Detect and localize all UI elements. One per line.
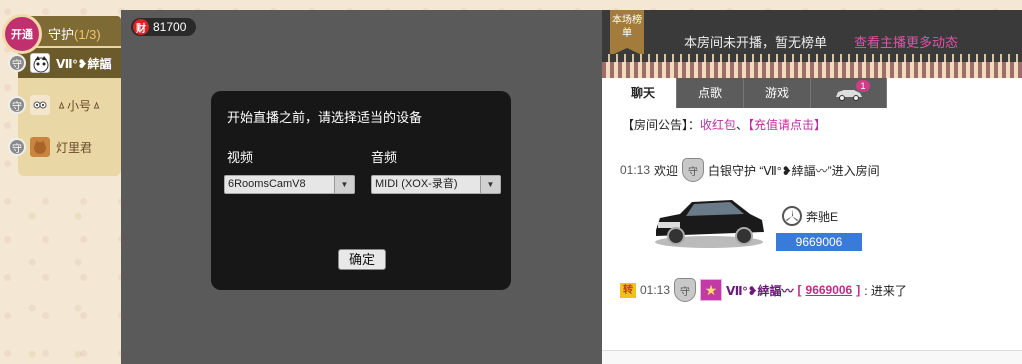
avatar — [30, 137, 50, 157]
chat-panel: 聊天 点歌 游戏 1 【房间公告】：收红包、【充值请点击】 01:13 欢迎 守… — [602, 78, 1022, 364]
tab-car[interactable]: 1 — [811, 78, 887, 108]
wealth-value: 81700 — [153, 20, 187, 34]
welcome-text: 欢迎 — [654, 163, 679, 178]
guard-badge-icon: 守 — [8, 138, 26, 156]
uid-bracket-open: [ — [797, 283, 802, 297]
chat-message: 转 01:13 守 ★ Ⅶ°❥緈諨〰 [9669006]: 进来了 — [620, 278, 907, 302]
announcement-prefix: 【房间公告】： — [622, 118, 701, 132]
video-label: 视频 — [227, 150, 254, 165]
confirm-button[interactable]: 确定 — [338, 249, 386, 270]
guard-member-1[interactable]: 守 Ⅶ°❥緈諨 — [8, 48, 121, 78]
device-select-dialog: 开始直播之前，请选择适当的设备 视频 音频 6RoomsCamV8 ▼ MIDI… — [211, 91, 511, 290]
dialog-title: 开始直播之前，请选择适当的设备 — [227, 110, 423, 125]
tab-chat[interactable]: 聊天 — [610, 78, 677, 108]
announcement-sep: 、 — [736, 118, 749, 132]
car-brand-name: 奔驰E — [806, 209, 839, 224]
guard-member-name: ㅿ小号ㅿ — [56, 98, 103, 113]
video-device-value: 6RoomsCamV8 — [228, 178, 306, 190]
guard-member-name: 灯里君 — [56, 140, 93, 155]
message-text: 白银守护 “Ⅶ°❥緈諨〰”进入房间 — [708, 163, 880, 178]
guard-member-2[interactable]: 守 ㅿ小号ㅿ — [8, 90, 121, 120]
video-area: 财 81700 开始直播之前，请选择适当的设备 视频 音频 6RoomsCamV… — [121, 10, 602, 364]
chat-scroll-edge[interactable] — [602, 350, 1022, 364]
transfer-badge: 转 — [620, 282, 636, 298]
guard-shield-icon: 守 — [682, 158, 705, 182]
vip-star-icon: ★ — [700, 279, 723, 301]
guard-shield-icon: 守 — [674, 278, 697, 302]
message-text: : 进来了 — [864, 283, 907, 298]
video-device-select[interactable]: 6RoomsCamV8 ▼ — [224, 175, 355, 194]
guard-member-name: Ⅶ°❥緈諨 — [56, 56, 112, 71]
car-image — [655, 200, 764, 248]
recharge-link[interactable]: 【充值请点击】 — [748, 118, 826, 132]
wealth-icon: 财 — [133, 19, 149, 35]
audio-label: 音频 — [371, 150, 398, 165]
chat-tab-bar: 聊天 点歌 游戏 1 — [610, 78, 887, 108]
guard-badge-icon: 守 — [8, 96, 26, 114]
guard-open-button[interactable]: 开通 — [2, 14, 42, 54]
tab-game[interactable]: 游戏 — [744, 78, 811, 108]
room-announcement: 【房间公告】：收红包、【充值请点击】 — [622, 116, 826, 133]
chat-username[interactable]: Ⅶ°❥緈諨〰 — [726, 282, 793, 299]
wealth-badge: 财 81700 — [131, 18, 197, 36]
chat-message: 01:13 欢迎 守 白银守护 “Ⅶ°❥緈諨〰”进入房间 — [620, 158, 880, 182]
tab-song[interactable]: 点歌 — [677, 78, 744, 108]
audio-device-select[interactable]: MIDI (XOX-录音) ▼ — [371, 175, 501, 194]
mercedes-logo-icon — [782, 206, 802, 226]
car-owner-id: 9669006 — [776, 233, 862, 251]
red-packet-link[interactable]: 收红包 — [700, 118, 736, 132]
ranking-tag[interactable]: 本场榜单 — [610, 10, 644, 56]
anchor-more-link[interactable]: 查看主播更多动态 — [854, 32, 958, 51]
ranking-bar: 本场榜单 本房间未开播，暂无榜单 查看主播更多动态 — [602, 10, 1022, 62]
guard-count: (1/3) — [74, 27, 101, 42]
car-count-badge: 1 — [856, 80, 870, 92]
audio-device-value: MIDI (XOX-录音) — [375, 178, 458, 190]
right-panel: 本场榜单 本房间未开播，暂无榜单 查看主播更多动态 聊天 点歌 游戏 1 【房间… — [602, 10, 1022, 364]
guard-badge-icon: 守 — [8, 54, 26, 72]
guard-title: 守护(1/3) — [48, 24, 101, 43]
chat-user-id[interactable]: 9669006 — [806, 283, 853, 297]
chevron-down-icon: ▼ — [480, 176, 500, 193]
guard-title-label: 守护 — [48, 27, 75, 42]
chevron-down-icon: ▼ — [334, 176, 354, 193]
guard-list: 守 Ⅶ°❥緈諨 守 ㅿ小号ㅿ 守 灯里君 — [8, 46, 121, 176]
avatar — [30, 95, 50, 115]
uid-bracket-close: ] — [856, 283, 861, 297]
guard-member-3[interactable]: 守 灯里君 — [8, 132, 121, 162]
avatar — [30, 53, 50, 73]
message-time: 01:13 — [620, 163, 651, 177]
car-brand: 奔驰E — [782, 206, 838, 226]
ranking-empty-text: 本房间未开播，暂无榜单 — [684, 35, 828, 50]
message-time: 01:13 — [640, 283, 671, 297]
guard-panel: 开通 守护(1/3) 守 Ⅶ°❥緈諨 守 ㅿ小号ㅿ 守 灯里君 — [0, 10, 121, 176]
lace-divider — [602, 62, 1022, 78]
